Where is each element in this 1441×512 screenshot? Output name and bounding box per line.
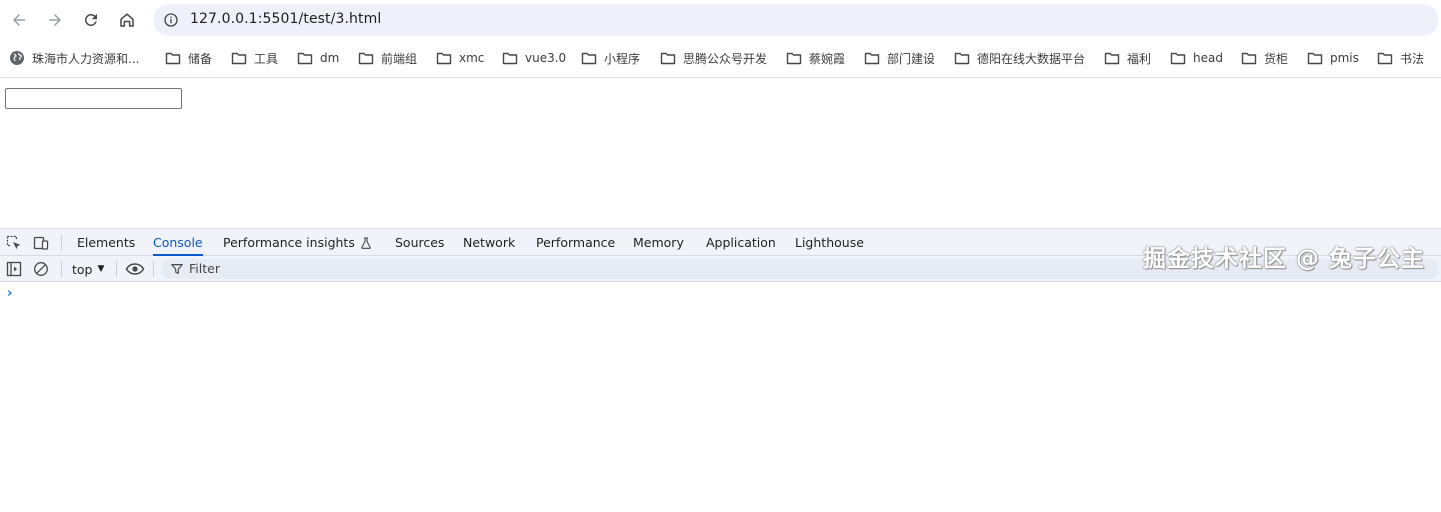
tab-performance-insights[interactable]: Performance insights: [223, 229, 372, 256]
bookmarks-bar: 珠海市人力资源和... 储备 工具 dm 前端组 xmc vue3.0 小程序 …: [0, 44, 1441, 72]
bookmark-folder[interactable]: 前端组: [358, 48, 417, 68]
folder-icon: [660, 52, 676, 65]
device-toggle-icon: [33, 236, 49, 250]
bookmark-label: 储备: [188, 51, 213, 66]
bookmark-folder[interactable]: 福利: [1104, 48, 1151, 68]
browser-toolbar: 127.0.0.1:5501/test/3.html: [0, 0, 1441, 40]
tab-lighthouse[interactable]: Lighthouse: [795, 229, 864, 256]
bookmark-label: 前端组: [381, 51, 418, 66]
bookmark-label: 书法: [1400, 51, 1425, 66]
bookmark-label: 货柜: [1264, 51, 1289, 66]
bookmark-label: dm: [320, 51, 340, 65]
tab-label: Performance insights: [223, 235, 355, 250]
flask-icon: [360, 231, 372, 258]
folder-icon: [1307, 52, 1323, 65]
bookmark-folder[interactable]: 思腾公众号开发: [660, 48, 767, 68]
console-toolbar-divider: [61, 261, 62, 277]
info-icon[interactable]: [163, 12, 179, 28]
eye-icon: [125, 263, 145, 275]
bookmark-label: 珠海市人力资源和...: [32, 51, 140, 66]
bookmark-label: 思腾公众号开发: [683, 51, 768, 66]
address-bar[interactable]: 127.0.0.1:5501/test/3.html: [153, 4, 1439, 36]
folder-icon: [1170, 52, 1186, 65]
bookmark-label: 蔡婉霞: [809, 51, 846, 66]
bookmark-folder[interactable]: pmis: [1307, 48, 1359, 68]
url-text[interactable]: 127.0.0.1:5501/test/3.html: [190, 11, 381, 27]
console-toolbar-divider: [116, 261, 117, 277]
folder-icon: [864, 52, 880, 65]
bookmark-label: 部门建设: [887, 51, 936, 66]
bookmark-label: 工具: [254, 51, 279, 66]
arrow-left-icon: [13, 14, 25, 26]
bookmark-folder[interactable]: dm: [297, 48, 339, 68]
bookmark-folder[interactable]: 蔡婉霞: [786, 48, 845, 68]
console-prompt[interactable]: ›: [7, 286, 12, 301]
clear-console-button[interactable]: [32, 260, 50, 278]
folder-icon: [1241, 52, 1257, 65]
caret-down-icon: ▼: [97, 264, 105, 274]
bookmark-folder[interactable]: 工具: [231, 48, 278, 68]
tabbar-divider: [61, 235, 62, 251]
folder-icon: [502, 52, 518, 65]
bookmark-folder[interactable]: 储备: [165, 48, 212, 68]
folder-icon: [436, 52, 452, 65]
tab-console[interactable]: Console: [153, 229, 203, 256]
tab-application[interactable]: Application: [706, 229, 776, 256]
live-expression-button[interactable]: [125, 260, 145, 278]
bookmark-label: xmc: [459, 51, 485, 65]
console-toolbar-divider: [153, 261, 154, 277]
forward-button[interactable]: [43, 8, 67, 32]
folder-icon: [231, 52, 247, 65]
sidebar-toggle-icon: [6, 261, 22, 277]
device-toolbar-button[interactable]: [32, 234, 50, 252]
bookmark-label: 德阳在线大数据平台: [977, 51, 1086, 66]
bookmark-folder[interactable]: 货柜: [1241, 48, 1288, 68]
bookmark-item[interactable]: 珠海市人力资源和...: [9, 48, 139, 68]
filter-placeholder: Filter: [189, 261, 220, 276]
context-value: top: [72, 261, 93, 277]
folder-icon: [581, 52, 597, 65]
page-text-input[interactable]: [5, 88, 182, 109]
tab-elements[interactable]: Elements: [77, 229, 135, 256]
bookmark-folder[interactable]: xmc: [436, 48, 484, 68]
folder-icon: [1377, 52, 1393, 65]
toolbar-divider: [0, 77, 1441, 78]
folder-icon: [1104, 52, 1120, 65]
clear-icon: [34, 262, 48, 276]
watermark: 掘金技术社区 @ 兔子公主: [1142, 246, 1425, 272]
bookmark-folder[interactable]: vue3.0: [502, 48, 566, 68]
folder-icon: [297, 52, 313, 65]
tab-memory[interactable]: Memory: [633, 229, 684, 256]
globe-icon: [10, 51, 24, 65]
inspect-cursor-icon: [6, 235, 21, 249]
bookmark-label: 小程序: [604, 51, 641, 66]
bookmark-folder[interactable]: 小程序: [581, 48, 640, 68]
bookmark-label: head: [1193, 51, 1223, 65]
bookmark-folder[interactable]: 书法: [1377, 48, 1424, 68]
context-selector[interactable]: top ▼: [72, 261, 104, 277]
folder-icon: [165, 52, 181, 65]
bookmark-folder[interactable]: head: [1170, 48, 1223, 68]
home-icon: [120, 13, 134, 27]
tab-network[interactable]: Network: [463, 229, 515, 256]
reload-icon: [84, 13, 97, 26]
back-button[interactable]: [7, 8, 31, 32]
bookmark-label: pmis: [1330, 51, 1359, 65]
bookmark-label: 福利: [1127, 51, 1152, 66]
tab-performance[interactable]: Performance: [536, 229, 615, 256]
bookmark-folder[interactable]: 部门建设: [864, 48, 935, 68]
arrow-right-icon: [49, 14, 61, 26]
tab-sources[interactable]: Sources: [395, 229, 444, 256]
folder-icon: [786, 52, 802, 65]
show-sidebar-button[interactable]: [5, 260, 23, 278]
bookmark-label: vue3.0: [525, 51, 567, 65]
bookmark-folder[interactable]: 德阳在线大数据平台: [954, 48, 1085, 68]
reload-button[interactable]: [79, 8, 103, 32]
folder-icon: [358, 52, 374, 65]
filter-icon: [171, 264, 183, 274]
folder-icon: [954, 52, 970, 65]
home-button[interactable]: [115, 8, 139, 32]
inspect-element-button[interactable]: [5, 234, 23, 252]
